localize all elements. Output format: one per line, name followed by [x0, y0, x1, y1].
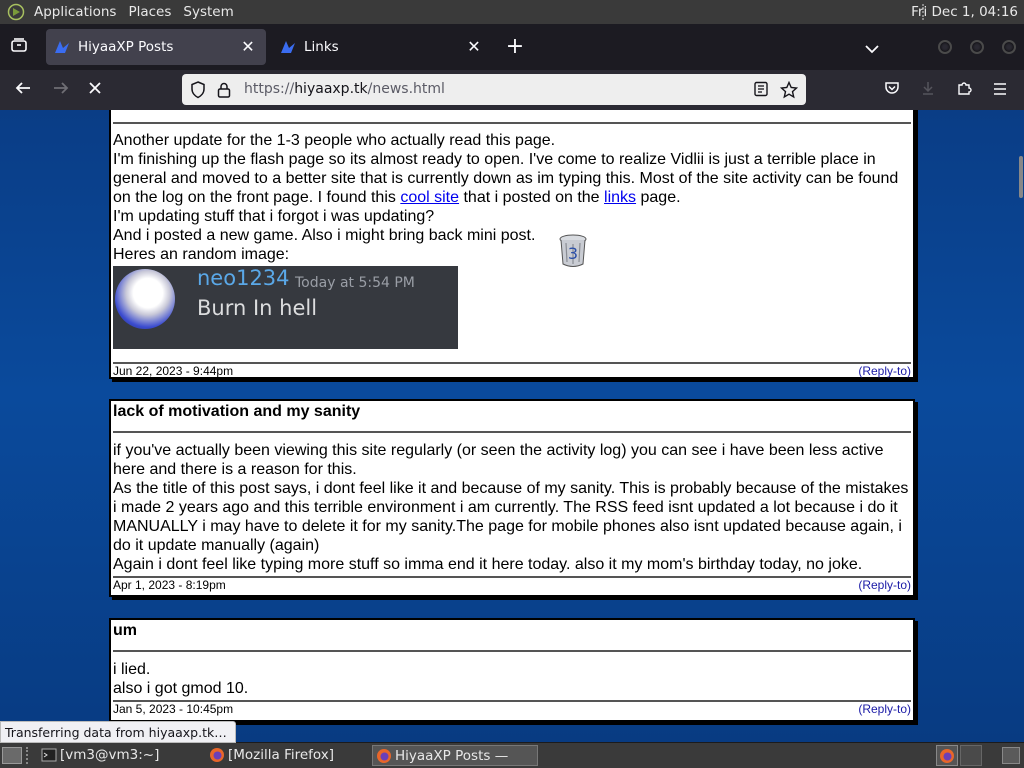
discord-timestamp: Today at 5:54 PM [295, 275, 415, 291]
discord-message: Burn In hell [197, 296, 318, 320]
post-title: um [113, 622, 137, 639]
post-date: Jan 5, 2023 - 10:45pm [113, 702, 234, 716]
post-footer: Jun 22, 2023 - 9:44pm (Reply-to) [113, 362, 911, 378]
show-desktop-icon[interactable] [2, 747, 22, 764]
list-tabs-chevron-down-icon[interactable] [862, 38, 882, 56]
post-line: Again i dont feel like typing more stuff… [113, 556, 863, 573]
status-panel: Transferring data from hiyaaxp.tk… [0, 721, 236, 743]
bookmark-star-icon[interactable] [780, 81, 798, 99]
post-line: I'm finishing up the flash page so its a… [113, 150, 911, 207]
reply-to-link[interactable]: (Reply-to) [858, 364, 911, 378]
hamburger-menu-icon[interactable] [990, 80, 1010, 100]
page-scrollbar[interactable] [1016, 110, 1024, 742]
cool-site-link[interactable]: cool site [400, 189, 459, 206]
back-arrow-icon[interactable] [12, 80, 34, 100]
reader-view-icon[interactable] [753, 81, 769, 97]
bottom-panel: [vm3@vm3:~] [Mozilla Firefox] HiyaaXP Po… [0, 743, 1024, 768]
post-body: Another update for the 1-3 people who ac… [113, 131, 911, 349]
url-bar[interactable]: https://hiyaaxp.tk/news.html [182, 74, 806, 105]
post-text: that i posted on the [459, 189, 605, 206]
post-date: Jun 22, 2023 - 9:44pm [113, 364, 234, 378]
firefox-icon [377, 749, 391, 763]
news-post: lack of motivation and my sanity if you'… [109, 399, 915, 597]
tab-hiyaaxp-posts[interactable]: HiyaaXP Posts ✕ [46, 29, 266, 65]
menu-places[interactable]: Places [122, 0, 177, 24]
scrollbar-thumb[interactable] [1019, 156, 1023, 198]
hiyaaxp-favicon-icon [55, 41, 69, 53]
post-footer: Jan 5, 2023 - 10:45pm (Reply-to) [113, 700, 911, 716]
reply-to-link[interactable]: (Reply-to) [858, 578, 911, 592]
post-line: also i got gmod 10. [113, 680, 249, 697]
panel-handle [26, 747, 30, 764]
firefox-view-button[interactable] [8, 37, 30, 57]
url-scheme: https:// [244, 81, 295, 97]
tab-label: Links [304, 39, 339, 55]
maximize-window-button[interactable] [970, 40, 984, 54]
post-line: if you've actually been viewing this sit… [113, 442, 884, 478]
url-path: /news.html [367, 81, 445, 97]
stop-loading-icon[interactable] [84, 80, 106, 100]
taskbar-item-terminal[interactable]: [vm3@vm3:~] [38, 745, 200, 766]
new-tab-plus-icon[interactable]: + [504, 36, 526, 58]
workspace-2[interactable] [960, 745, 982, 766]
reply-to-link[interactable]: (Reply-to) [858, 702, 911, 716]
taskbar-label: HiyaaXP Posts — M… [395, 748, 509, 764]
extensions-puzzle-icon[interactable] [954, 80, 974, 100]
navigation-toolbar: https://hiyaaxp.tk/news.html [0, 70, 1024, 110]
menu-system[interactable]: System [177, 0, 239, 24]
reply-label: Reply-to [862, 364, 907, 378]
downloads-icon[interactable] [918, 80, 938, 100]
taskbar-label: [vm3@vm3:~] [60, 747, 160, 763]
taskbar-label: [Mozilla Firefox] [228, 747, 335, 763]
discord-username: neo1234 [197, 266, 290, 290]
hiyaaxp-favicon-icon [281, 41, 295, 53]
post-text: page. [636, 189, 681, 206]
tracking-protection-shield-icon[interactable] [190, 81, 206, 99]
post-footer: Apr 1, 2023 - 8:19pm (Reply-to) [113, 576, 911, 592]
avatar [115, 269, 175, 329]
clock[interactable]: Fri Dec 1, 04:16 [911, 0, 1018, 24]
post-line: And i posted a new game. Also i might br… [113, 227, 536, 244]
minimize-window-button[interactable] [938, 40, 952, 54]
reply-label: Reply-to [862, 578, 907, 592]
links-page-link[interactable]: links [604, 189, 636, 206]
top-panel: Applications Places System Fri Dec 1, 04… [0, 0, 1024, 24]
post-line: As the title of this post says, i dont f… [113, 480, 909, 554]
reply-label: Reply-to [862, 702, 907, 716]
trash-can-sprite-icon: 3 [559, 234, 587, 267]
url-domain: hiyaaxp.tk [294, 81, 368, 97]
taskbar-item-firefox[interactable]: [Mozilla Firefox] [206, 745, 366, 766]
post-body: i lied. also i got gmod 10. [113, 660, 911, 698]
tab-label: HiyaaXP Posts [78, 39, 174, 55]
terminal-icon [41, 748, 57, 762]
url-text[interactable]: https://hiyaaxp.tk/news.html [244, 74, 445, 105]
pocket-icon[interactable] [882, 80, 902, 100]
trash-applet-icon[interactable] [1002, 747, 1020, 764]
taskbar-item-hiyaaxp-posts[interactable]: HiyaaXP Posts — M… [372, 745, 538, 766]
post-title: lack of motivation and my sanity [113, 403, 361, 420]
site-info-lock-icon[interactable] [216, 81, 232, 99]
tab-links[interactable]: Links ✕ [272, 29, 492, 65]
post-line: I'm updating stuff that i forgot i was u… [113, 208, 435, 225]
post-line: Another update for the 1-3 people who ac… [113, 132, 556, 149]
post-line: i lied. [113, 661, 151, 678]
menu-applications[interactable]: Applications [28, 0, 122, 24]
post-date: Apr 1, 2023 - 8:19pm [113, 578, 226, 592]
workspace-switcher[interactable] [936, 745, 958, 766]
close-window-button[interactable] [1002, 40, 1016, 54]
firefox-icon [940, 749, 954, 763]
post-line: Heres an random image: [113, 246, 290, 263]
news-post: Another update for the 1-3 people who ac… [109, 110, 915, 379]
distro-logo-icon[interactable] [4, 0, 28, 24]
post-body: if you've actually been viewing this sit… [113, 441, 911, 574]
close-tab-icon[interactable]: ✕ [464, 37, 484, 57]
news-post: um i lied. also i got gmod 10. Jan 5, 20… [109, 618, 915, 722]
tab-strip: HiyaaXP Posts ✕ Links ✕ + [0, 24, 1024, 70]
random-discord-screenshot-image: neo1234 Today at 5:54 PM Burn In hell [113, 266, 458, 349]
forward-arrow-icon[interactable] [50, 80, 72, 100]
firefox-icon [210, 748, 224, 762]
close-tab-icon[interactable]: ✕ [238, 37, 258, 57]
svg-text:3: 3 [568, 244, 578, 263]
page-content[interactable]: Another update for the 1-3 people who ac… [0, 110, 1024, 742]
